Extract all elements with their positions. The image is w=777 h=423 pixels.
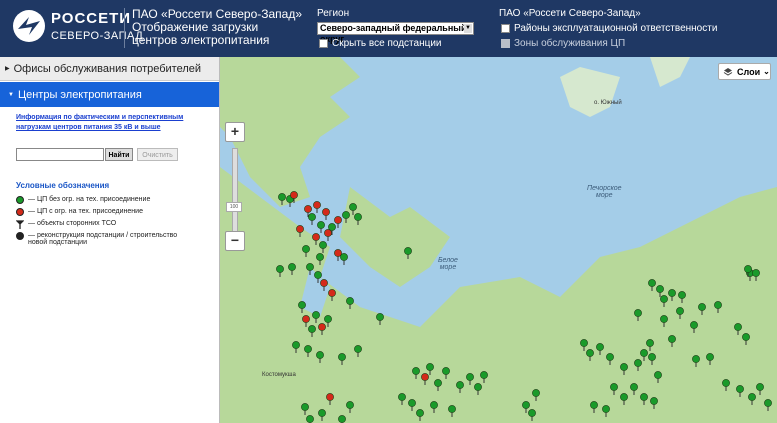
legend-text: — реконструкция подстанции / строительст… xyxy=(28,232,178,246)
panel-power-centers-label: Центры электропитания xyxy=(17,88,142,101)
districts-checkbox[interactable] xyxy=(501,24,510,33)
legend-item-ok: — ЦП без огр. на тех. присоединение xyxy=(16,196,150,204)
zoom-level-indicator[interactable]: 100 xyxy=(226,202,242,212)
brand-name: РОССЕТИ xyxy=(51,10,132,27)
hide-all-checkbox[interactable] xyxy=(319,39,328,48)
chevron-down-icon: ▼ xyxy=(8,91,14,98)
substation-marker-ok[interactable] xyxy=(306,415,314,423)
rosseti-logo-icon xyxy=(13,10,45,42)
zones-checkbox-row: Зоны обслуживания ЦП xyxy=(501,38,625,49)
app-title-line2: центров электропитания xyxy=(132,33,270,47)
chevron-down-icon: ▼ xyxy=(464,24,472,33)
pechora-sea-label: Печорское море xyxy=(587,185,622,199)
map-canvas xyxy=(220,57,777,423)
legend-title: Условные обозначения xyxy=(16,181,110,190)
tower-icon xyxy=(16,220,24,229)
white-sea-label: Белое море xyxy=(438,257,458,271)
legend-item-reconstruction: — реконструкция подстанции / строительст… xyxy=(16,232,196,246)
legend-text: — объекты сторонних ТСО xyxy=(28,220,117,227)
legend-text: — ЦП без огр. на тех. присоединение xyxy=(28,196,151,203)
panel-offices-label: Офисы обслуживания потребителей xyxy=(13,62,202,75)
app-header: РОССЕТИ СЕВЕРО-ЗАПАД ПАО «Россети Северо… xyxy=(0,0,777,57)
zones-label: Зоны обслуживания ЦП xyxy=(514,38,626,49)
hide-all-label: Скрыть все подстанции xyxy=(332,38,442,49)
chevron-down-icon: ⌄ xyxy=(763,67,770,76)
region-select[interactable]: Северо-западный федеральный округ ▼ xyxy=(317,22,474,44)
brand-subtitle: СЕВЕРО-ЗАПАД xyxy=(51,30,144,42)
legend-item-limited: — ЦП с огр. на тех. присоединение xyxy=(16,208,143,216)
region-label: Регион xyxy=(317,8,350,19)
layers-button[interactable]: Слои ⌄ xyxy=(718,63,771,80)
panel-offices[interactable]: ▶ Офисы обслуживания потребителей xyxy=(0,57,219,81)
kostomuksha-label: Костомукша xyxy=(262,372,296,378)
panel-power-centers[interactable]: ▼ Центры электропитания xyxy=(0,82,219,107)
substation-marker-ok[interactable] xyxy=(338,415,346,423)
zones-checkbox xyxy=(501,39,510,48)
districts-label: Районы эксплуатационной ответственности xyxy=(514,23,718,34)
loads-info-link[interactable]: Информация по фактическим и перспективны… xyxy=(16,113,206,133)
layers-icon xyxy=(723,67,733,76)
zoom-out-button[interactable]: − xyxy=(225,231,245,251)
sidebar: ▶ Офисы обслуживания потребителей ▼ Цент… xyxy=(0,57,220,423)
header-divider xyxy=(124,8,125,48)
layers-label: Слои xyxy=(737,66,761,77)
legend-item-tso: — объекты сторонних ТСО xyxy=(16,220,116,229)
org-right-label: ПАО «Россети Северо-Запад» xyxy=(499,8,641,19)
app-org: ПАО «Россети Северо-Запад» xyxy=(132,7,303,21)
find-button[interactable]: Найти xyxy=(105,148,133,161)
search-input[interactable] xyxy=(16,148,104,161)
yuzhny-label: о. Южный xyxy=(594,100,622,106)
green-marker-icon xyxy=(16,196,24,204)
hide-all-checkbox-row[interactable]: Скрыть все подстанции xyxy=(319,38,442,49)
red-marker-icon xyxy=(16,208,24,216)
legend-text: — ЦП с огр. на тех. присоединение xyxy=(28,208,143,215)
app-title-line1: Отображение загрузки xyxy=(132,20,259,34)
white-sea-text: Белое море xyxy=(438,257,458,271)
reconstruction-marker-icon xyxy=(16,232,24,240)
chevron-right-icon: ▶ xyxy=(5,66,10,72)
map-view[interactable]: Белое море Печорское море о. Южный Косто… xyxy=(220,57,777,423)
zoom-in-button[interactable]: + xyxy=(225,122,245,142)
pechora-sea-text: Печорское море xyxy=(587,185,622,199)
zoom-slider[interactable] xyxy=(232,148,238,236)
districts-checkbox-row[interactable]: Районы эксплуатационной ответственности xyxy=(501,23,717,34)
clear-button[interactable]: Очистить xyxy=(137,148,178,161)
